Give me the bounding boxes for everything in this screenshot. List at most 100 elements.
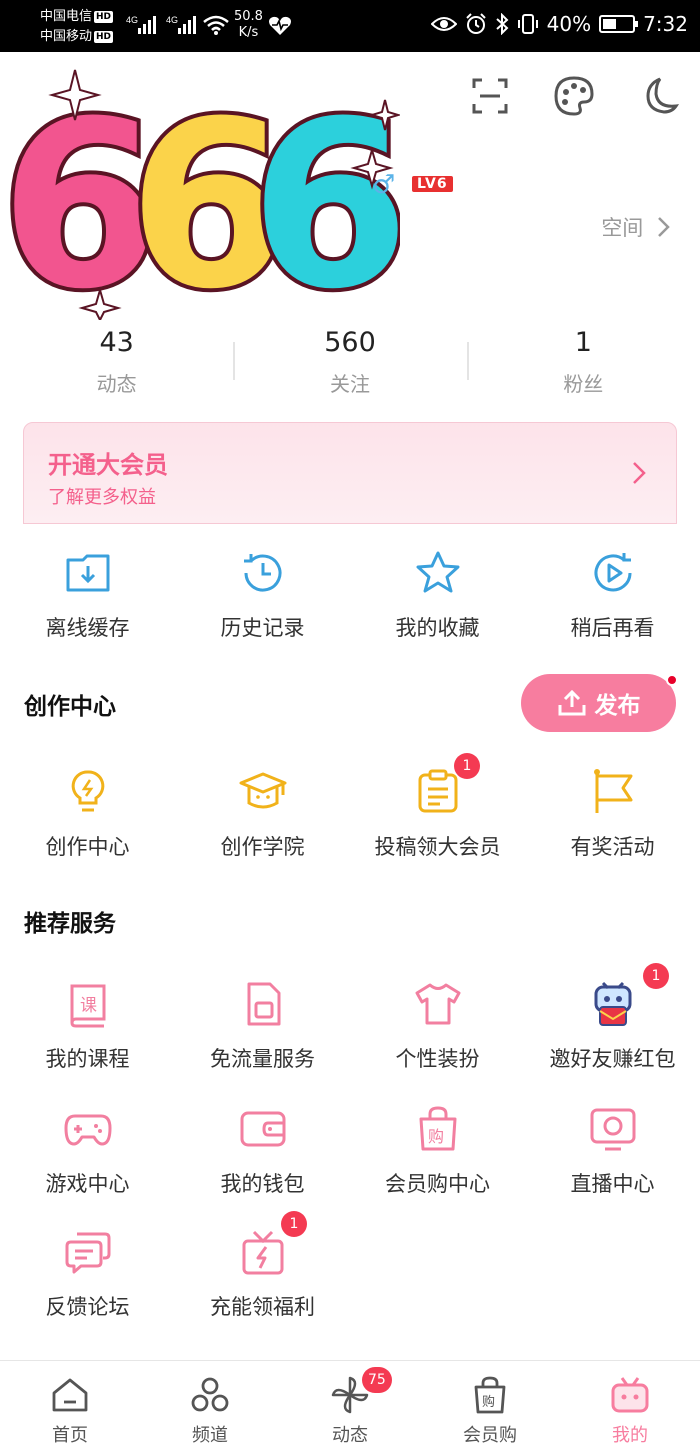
service-label: 邀好友赚红包 <box>549 1047 676 1071</box>
stats-row: 43 动态 560 关注 1 粉丝 <box>0 326 700 397</box>
publish-label: 发布 <box>594 693 641 719</box>
creation-label: 创作中心 <box>45 835 130 859</box>
tab-label: 频道 <box>192 1425 228 1446</box>
services-grid-row-2: 游戏中心 我的钱包 购 会员购中心 直播中心 <box>0 1104 700 1198</box>
offline-cache-button[interactable]: 离线缓存 <box>0 548 175 642</box>
home-icon <box>52 1378 88 1412</box>
tab-channels[interactable]: 频道 <box>140 1361 280 1455</box>
star-icon <box>416 551 459 593</box>
live-monitor-icon <box>590 1108 635 1151</box>
course-book-icon: 课 <box>70 984 105 1028</box>
service-label: 会员购中心 <box>385 1172 490 1196</box>
watch-later-icon <box>594 553 631 592</box>
stat-following[interactable]: 560 关注 <box>233 326 466 397</box>
stat-label: 关注 <box>329 372 370 396</box>
quick-label: 我的收藏 <box>395 616 480 640</box>
service-label: 我的课程 <box>45 1047 130 1071</box>
free-data-button[interactable]: 免流量服务 <box>175 979 350 1073</box>
tab-label: 我的 <box>612 1425 648 1446</box>
creation-label: 投稿领大会员 <box>374 835 501 859</box>
stat-value: 1 <box>574 327 592 358</box>
carrier-2: 中国移动 <box>40 29 93 44</box>
bottom-tab-bar: 首页 频道 动态 75 购 会员购 我的 <box>0 1360 700 1455</box>
creation-label: 创作学院 <box>220 835 305 859</box>
notification-dot <box>666 674 678 686</box>
tab-dynamics[interactable]: 动态 75 <box>280 1361 420 1455</box>
publish-button[interactable]: 发布 <box>521 674 678 732</box>
speed-value: 50.8 <box>234 9 263 24</box>
header-actions <box>468 74 680 118</box>
stat-dynamics[interactable]: 43 动态 <box>0 326 233 397</box>
channels-icon <box>191 1377 229 1412</box>
stat-fans[interactable]: 1 粉丝 <box>466 326 700 397</box>
battery-percent: 40% <box>546 12 592 36</box>
eye-icon <box>430 17 457 31</box>
charge-rewards-button[interactable]: 充能领福利 1 <box>175 1211 350 1321</box>
tab-label: 会员购 <box>463 1425 517 1446</box>
tab-home[interactable]: 首页 <box>0 1361 140 1455</box>
quick-label: 离线缓存 <box>45 616 130 640</box>
chevron-right-icon <box>658 217 670 237</box>
lightbulb-icon <box>71 770 104 812</box>
chat-bubbles-icon <box>65 1232 110 1274</box>
history-button[interactable]: 历史记录 <box>175 548 350 642</box>
watch-later-button[interactable]: 稍后再看 <box>525 548 700 642</box>
tab-mine[interactable]: 我的 <box>560 1361 700 1455</box>
svg-text:课: 课 <box>80 996 97 1016</box>
reward-events-button[interactable]: 有奖活动 <box>525 767 700 861</box>
speed-unit: K/s <box>238 25 259 40</box>
vip-banner[interactable]: 开通大会员 了解更多权益 <box>23 422 677 524</box>
notification-badge: 1 <box>281 1211 307 1237</box>
stat-value: 43 <box>99 327 134 358</box>
service-label: 免流量服务 <box>210 1047 315 1071</box>
alarm-icon <box>465 13 486 34</box>
signal-icon: 4G <box>126 15 156 34</box>
svg-text:4G: 4G <box>126 15 138 25</box>
service-label: 反馈论坛 <box>45 1295 130 1319</box>
space-link[interactable]: 空间 <box>601 212 670 242</box>
quick-label: 稍后再看 <box>570 616 655 640</box>
quick-label: 历史记录 <box>220 616 305 640</box>
theme-palette-icon[interactable] <box>552 74 596 118</box>
service-label: 我的钱包 <box>220 1172 305 1196</box>
creation-center-button[interactable]: 创作中心 <box>0 767 175 861</box>
favorites-button[interactable]: 我的收藏 <box>350 548 525 642</box>
shopping-bag-icon: 购 <box>419 1106 456 1151</box>
creation-grid: 创作中心 创作学院 投稿领大会员 1 有奖活动 <box>0 753 700 861</box>
invite-friends-button[interactable]: 邀好友赚红包 1 <box>525 963 700 1073</box>
services-section-title: 推荐服务 <box>24 911 116 937</box>
my-courses-button[interactable]: 课 我的课程 <box>0 979 175 1073</box>
history-clock-icon <box>243 554 281 592</box>
stat-label: 动态 <box>96 372 137 396</box>
status-bar: 中国电信 HD 中国移动 HD 4G 4G 50.8 K/s 40% 7:32 <box>0 0 700 52</box>
services-grid-row-1: 课 我的课程 免流量服务 个性装扮 邀好友赚红包 1 <box>0 963 700 1073</box>
stat-value: 560 <box>324 327 376 358</box>
member-shop-button[interactable]: 购 会员购中心 <box>350 1104 525 1198</box>
carrier-1: 中国电信 <box>40 9 93 24</box>
stat-label: 粉丝 <box>563 372 604 396</box>
night-mode-moon-icon[interactable] <box>636 74 680 118</box>
submit-for-vip-button[interactable]: 投稿领大会员 1 <box>350 753 525 861</box>
carrier-info: 中国电信 HD 中国移动 HD <box>40 7 114 47</box>
creation-academy-button[interactable]: 创作学院 <box>175 767 350 861</box>
upload-icon <box>558 689 585 716</box>
live-center-button[interactable]: 直播中心 <box>525 1104 700 1198</box>
bluetooth-icon <box>495 13 509 35</box>
shopping-bag-icon: 购 <box>474 1376 506 1414</box>
hd-badge: HD <box>94 30 114 43</box>
wifi-icon <box>203 15 229 35</box>
wallet-button[interactable]: 我的钱包 <box>175 1104 350 1198</box>
tab-member-shop[interactable]: 购 会员购 <box>420 1361 560 1455</box>
dress-up-button[interactable]: 个性装扮 <box>350 979 525 1073</box>
clock: 7:32 <box>643 12 688 36</box>
graduation-cap-icon <box>239 772 286 809</box>
service-label: 游戏中心 <box>45 1172 130 1196</box>
notification-badge: 75 <box>362 1367 392 1393</box>
scan-icon[interactable] <box>468 74 512 118</box>
vip-subtitle: 了解更多权益 <box>48 487 156 508</box>
creation-label: 有奖活动 <box>570 835 655 859</box>
service-label: 充能领福利 <box>210 1295 315 1319</box>
feedback-forum-button[interactable]: 反馈论坛 <box>0 1227 175 1321</box>
battery-icon <box>599 15 639 33</box>
game-center-button[interactable]: 游戏中心 <box>0 1104 175 1198</box>
